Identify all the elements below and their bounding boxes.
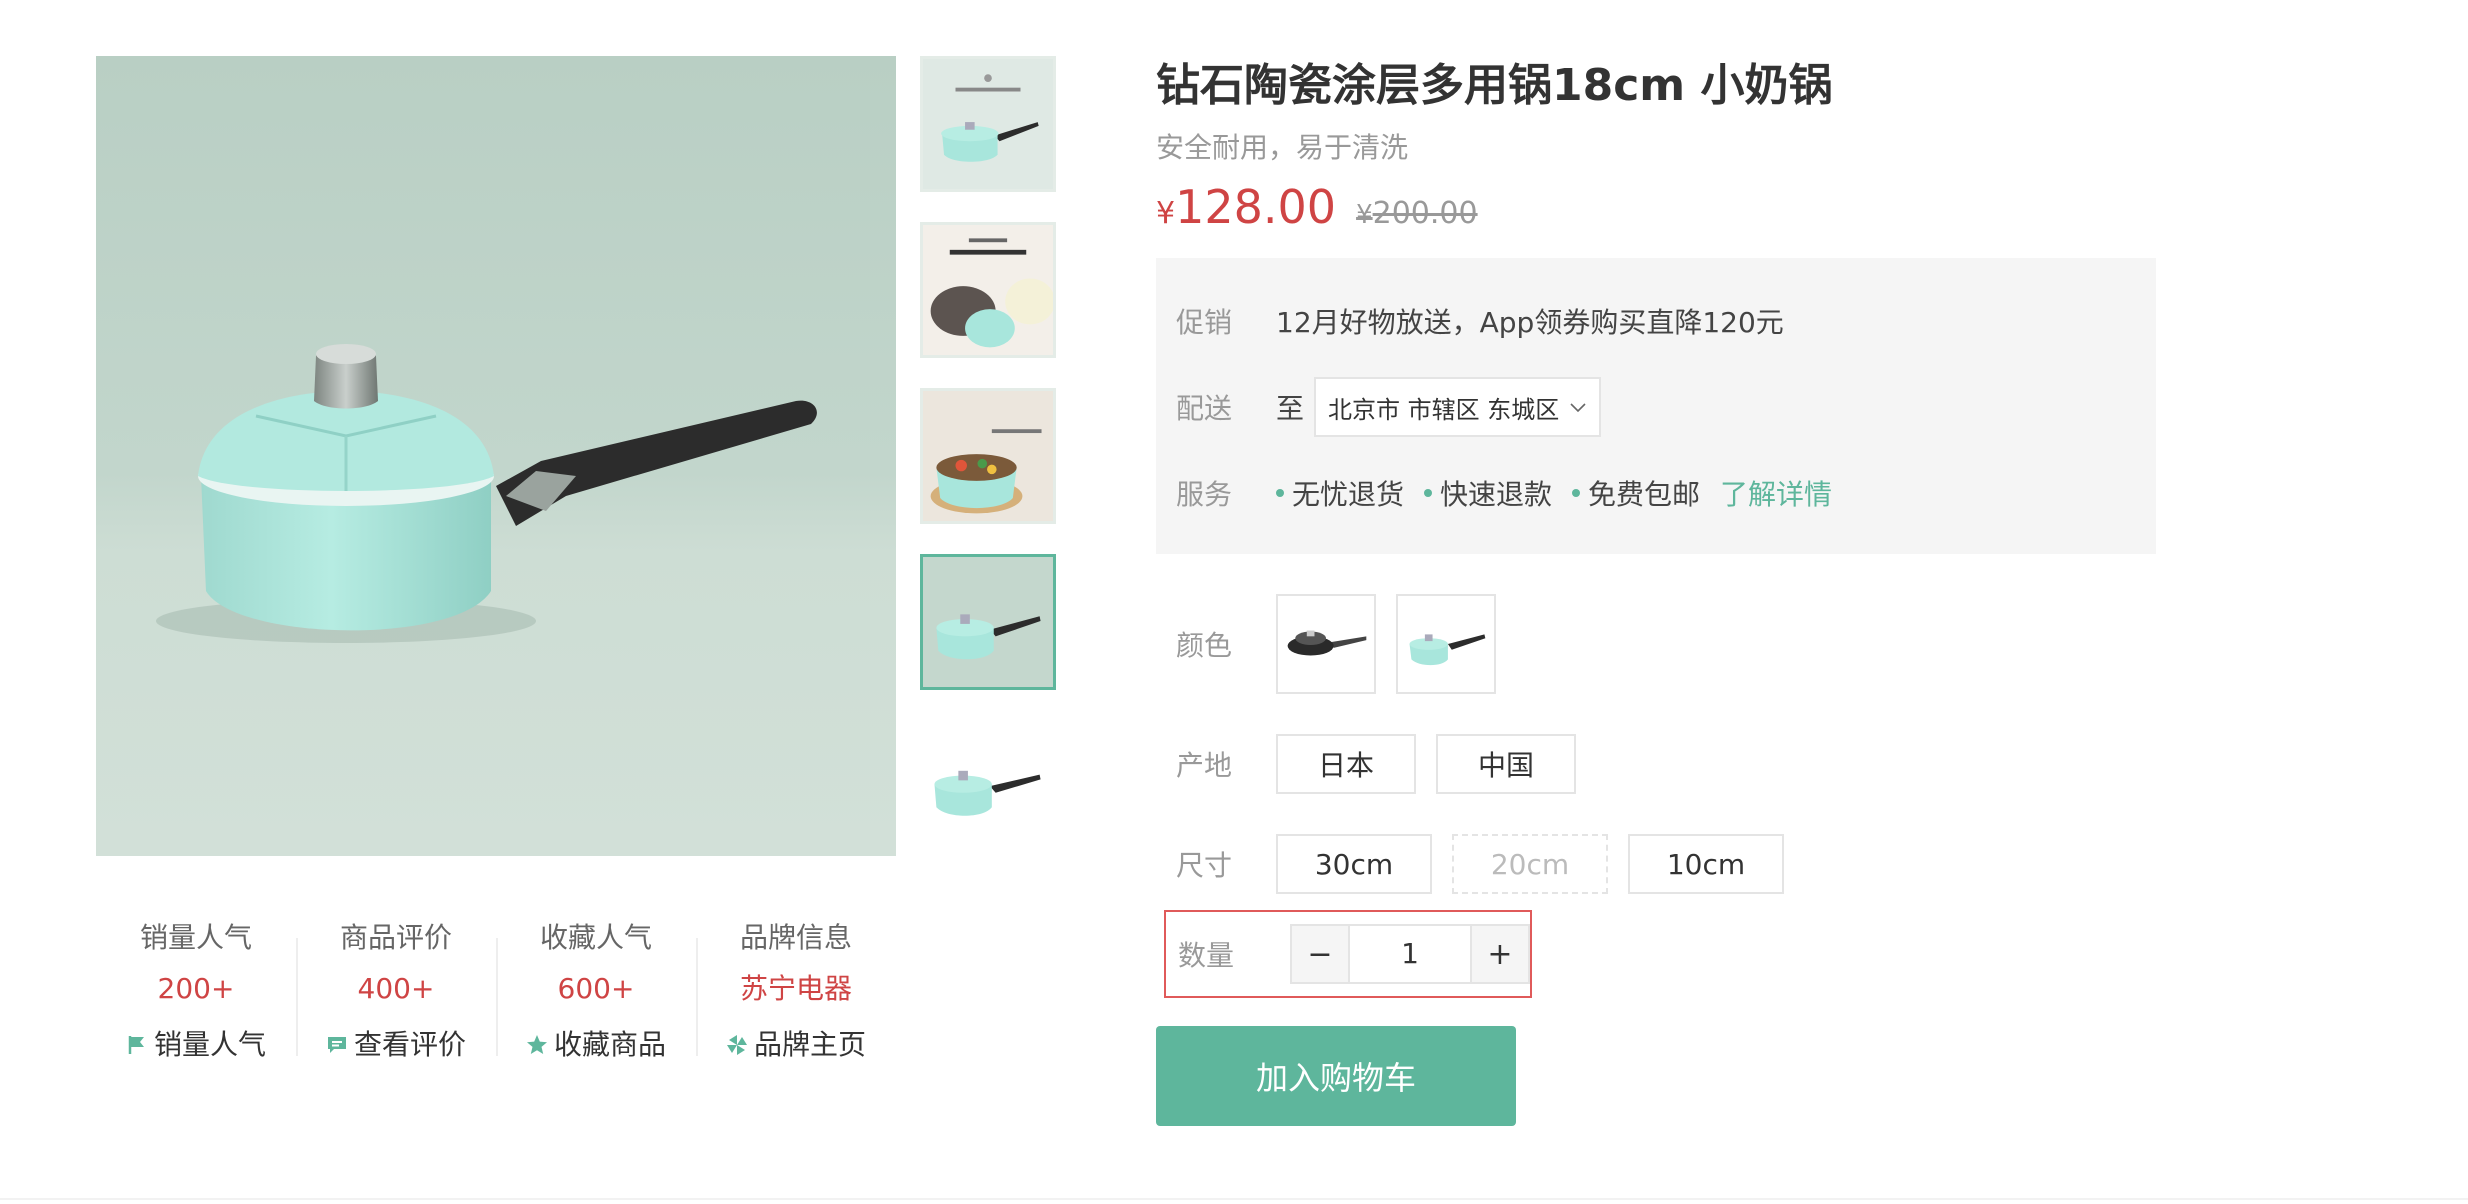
pot-illustration [156, 344, 817, 643]
black-pan-image [1278, 596, 1374, 692]
service-label: 服务 [1176, 478, 1233, 511]
product-info: 钻石陶瓷涂层多用锅18cm 小奶锅 安全耐用，易于清洗 ¥128.00 ¥200… [1156, 56, 2156, 1126]
stat-link-favorites[interactable]: 收藏商品 [526, 1018, 666, 1072]
address-select[interactable]: 北京市 市辖区 东城区 [1314, 377, 1602, 437]
size-option-10cm[interactable]: 10cm [1628, 834, 1784, 894]
thumbnail-pot-image [923, 557, 1053, 687]
thumbnail-pot-image [923, 59, 1053, 189]
thumbnail-5[interactable] [920, 720, 1056, 856]
promo-label: 促销 [1176, 306, 1233, 339]
stat-link-label: 收藏商品 [553, 1028, 666, 1061]
service-item: 无忧退货 [1276, 473, 1404, 513]
delivery-label: 配送 [1176, 392, 1233, 425]
stat-link-reviews[interactable]: 查看评价 [326, 1018, 466, 1072]
thumbnail-list [920, 56, 1056, 886]
color-label: 颜色 [1176, 629, 1233, 662]
thumbnail-lid-image [923, 225, 1053, 355]
promo-row: 促销 12月好物放送，App领券购买直降120元 [1176, 278, 2136, 364]
stat-value: 400+ [357, 972, 435, 1005]
service-item: 免费包邮 [1572, 473, 1700, 513]
original-price-value: 200.00 [1372, 196, 1478, 231]
stat-link-label: 品牌主页 [753, 1028, 866, 1061]
mint-pot-image [1398, 596, 1494, 692]
spec-section: 颜色 产地 日本 中国 尺寸 30cm 20cm 10cm 数量 − 1 + 加… [1156, 594, 2156, 1126]
thumbnail-1[interactable] [920, 56, 1056, 192]
stat-title: 销量人气 [139, 921, 252, 954]
stat-link-sales[interactable]: 销量人气 [126, 1018, 266, 1072]
color-option-black[interactable] [1276, 594, 1376, 694]
size-option-20cm: 20cm [1452, 834, 1608, 894]
origin-row: 产地 日本 中国 [1156, 734, 2156, 794]
stat-brand: 品牌信息 苏宁电器 品牌主页 [696, 916, 896, 1066]
service-row: 服务 无忧退货 快速退款 免费包邮 了解详情 [1176, 450, 2136, 536]
product-stats: 销量人气 200+ 销量人气 商品评价 400+ 查看评价 收藏人气 600+ … [96, 916, 896, 1066]
thumbnail-4[interactable] [920, 554, 1056, 690]
bottom-divider [0, 1198, 2468, 1200]
dot-icon [1572, 489, 1581, 497]
service-item-label: 快速退款 [1440, 478, 1553, 511]
add-to-cart-button[interactable]: 加入购物车 [1156, 1026, 1516, 1126]
star-icon [526, 1035, 547, 1054]
currency-symbol: ¥ [1156, 196, 1176, 231]
origin-label: 产地 [1176, 749, 1233, 782]
stat-link-label: 查看评价 [353, 1028, 466, 1061]
flag-icon [128, 1036, 144, 1054]
origin-option-china[interactable]: 中国 [1436, 734, 1576, 794]
stat-title: 商品评价 [339, 921, 452, 954]
address-value: 北京市 市辖区 东城区 [1328, 395, 1560, 424]
delivery-to: 至 [1276, 392, 1305, 425]
color-row: 颜色 [1156, 594, 2156, 694]
thumbnail-pot-image [923, 723, 1053, 853]
stat-value: 600+ [557, 972, 635, 1005]
service-content: 无忧退货 快速退款 免费包邮 了解详情 [1276, 473, 1832, 513]
size-option-30cm[interactable]: 30cm [1276, 834, 1432, 894]
main-product-image [96, 56, 896, 856]
product-description: 安全耐用，易于清洗 [1156, 131, 1409, 164]
promo-text: 12月好物放送，App领券购买直降120元 [1276, 306, 1784, 339]
comment-icon [327, 1037, 346, 1053]
delivery-content: 至 北京市 市辖区 东城区 [1276, 377, 1602, 437]
size-label: 尺寸 [1176, 849, 1233, 882]
quantity-increase-button[interactable]: + [1470, 924, 1530, 984]
service-details-link[interactable]: 了解详情 [1720, 473, 1832, 513]
quantity-stepper: 数量 − 1 + [1164, 910, 1532, 998]
currency-symbol: ¥ [1356, 200, 1373, 230]
original-price: ¥200.00 [1356, 196, 1478, 231]
stat-link-label: 销量人气 [153, 1028, 266, 1061]
current-price-value: 128.00 [1175, 180, 1337, 234]
service-item: 快速退款 [1424, 473, 1552, 513]
thumbnail-food-image [923, 391, 1053, 521]
stat-title: 收藏人气 [539, 921, 652, 954]
thumbnail-3[interactable] [920, 388, 1056, 524]
dot-icon [1276, 489, 1284, 497]
chevron-down-icon [1570, 403, 1586, 413]
service-item-label: 无忧退货 [1292, 478, 1405, 511]
price-row: ¥128.00 ¥200.00 [1156, 180, 2156, 242]
stat-title: 品牌信息 [739, 921, 852, 954]
origin-option-japan[interactable]: 日本 [1276, 734, 1416, 794]
thumbnail-2[interactable] [920, 222, 1056, 358]
stat-reviews: 商品评价 400+ 查看评价 [296, 916, 496, 1066]
size-row: 尺寸 30cm 20cm 10cm [1156, 834, 2156, 894]
stat-value: 200+ [157, 972, 235, 1005]
color-option-mint[interactable] [1396, 594, 1496, 694]
stat-sales: 销量人气 200+ 销量人气 [96, 916, 296, 1066]
service-item-label: 免费包邮 [1588, 478, 1701, 511]
service-box: 促销 12月好物放送，App领券购买直降120元 配送 至 北京市 市辖区 东城… [1156, 258, 2156, 554]
quantity-label: 数量 [1178, 939, 1235, 972]
brand-icon [726, 1035, 747, 1055]
delivery-row: 配送 至 北京市 市辖区 东城区 [1176, 364, 2136, 450]
current-price: ¥128.00 [1156, 180, 1336, 234]
stat-favorites: 收藏人气 600+ 收藏商品 [496, 916, 696, 1066]
stat-value: 苏宁电器 [739, 972, 852, 1005]
quantity-decrease-button[interactable]: − [1290, 924, 1350, 984]
stat-link-brand[interactable]: 品牌主页 [726, 1018, 866, 1072]
dot-icon [1424, 489, 1433, 497]
product-title: 钻石陶瓷涂层多用锅18cm 小奶锅 [1156, 60, 1833, 111]
quantity-input[interactable]: 1 [1350, 924, 1470, 984]
